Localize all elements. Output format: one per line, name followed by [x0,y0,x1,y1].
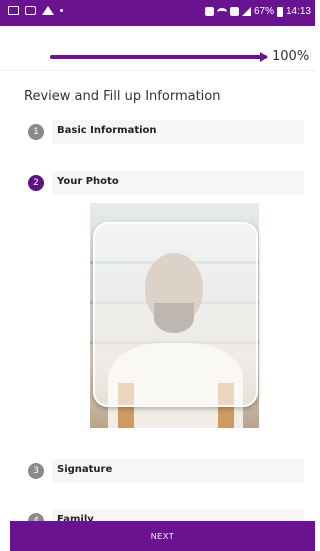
location-icon [42,6,54,15]
battery-percent: 67% [253,6,274,17]
progress-section: 100% [0,26,315,71]
step-basic-information[interactable]: 1 Basic Information [24,119,304,145]
step-signature[interactable]: 3 Signature [24,458,304,484]
dot-icon [60,9,63,12]
clock: 14:13 [285,6,311,17]
battery-icon [276,6,283,17]
bottom-bar: NEXT [10,521,315,551]
signal-icon [241,7,251,16]
step-number-badge: 3 [28,463,44,479]
step-label: Signature [57,464,113,475]
step-your-photo[interactable]: 2 Your Photo [24,170,304,196]
image-icon [8,6,19,15]
next-button[interactable]: NEXT [10,521,315,551]
status-right-icons: 67% 14:13 [204,6,311,17]
page-title: Review and Fill up Information [24,89,221,104]
step-label: Basic Information [57,125,157,136]
progress-arrow-icon [260,52,268,62]
progress-percent: 100% [272,49,310,64]
photo-crop-overlay[interactable] [93,222,258,407]
message-icon [25,6,36,15]
progress-fill [50,55,267,59]
step-number-badge: 2 [28,175,44,191]
status-bar: 67% 14:13 [0,0,315,26]
wifi-icon [216,7,227,16]
step-label: Your Photo [57,176,119,187]
data-icon [229,7,239,16]
status-left-icons [8,6,63,15]
alarm-icon [204,7,214,16]
step-number-badge: 1 [28,124,44,140]
progress-track [50,55,267,59]
